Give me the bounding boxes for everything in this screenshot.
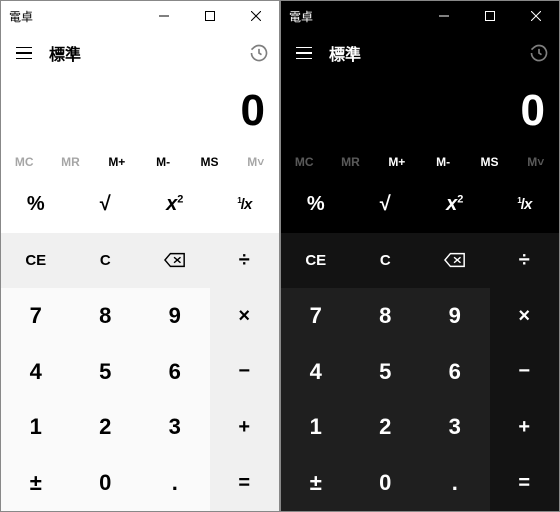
maximize-button[interactable]	[187, 1, 233, 31]
key-9[interactable]: 9	[420, 288, 490, 344]
mem-mminus[interactable]: M-	[420, 147, 466, 177]
key-4[interactable]: 4	[1, 344, 71, 400]
key-plus[interactable]: +	[210, 400, 280, 456]
key-3[interactable]: 3	[140, 400, 210, 456]
calculator-light: 電卓 標準 0 MC MR M+ M- MS M˅ % √	[0, 0, 280, 512]
key-sqrt[interactable]: √	[351, 177, 421, 233]
memory-row: MC MR M+ M- MS M˅	[1, 147, 279, 177]
key-7[interactable]: 7	[281, 288, 351, 344]
key-0[interactable]: 0	[351, 455, 421, 511]
key-0[interactable]: 0	[71, 455, 141, 511]
key-reciprocal[interactable]: 1/x	[490, 177, 560, 233]
key-ce[interactable]: CE	[1, 233, 71, 289]
menu-icon[interactable]	[287, 36, 321, 70]
mem-mr[interactable]: MR	[327, 147, 373, 177]
key-percent[interactable]: %	[1, 177, 71, 233]
titlebar: 電卓	[281, 1, 559, 31]
key-plusminus[interactable]: ±	[281, 455, 351, 511]
calculator-dark: 電卓 標準 0 MC MR M+ M- MS M˅ % √	[280, 0, 560, 512]
key-divide[interactable]: ÷	[490, 233, 560, 289]
key-5[interactable]: 5	[351, 344, 421, 400]
key-equals[interactable]: =	[490, 455, 560, 511]
history-icon[interactable]	[529, 43, 549, 63]
mem-mplus[interactable]: M+	[374, 147, 420, 177]
close-button[interactable]	[233, 1, 279, 31]
mem-mr[interactable]: MR	[47, 147, 93, 177]
mem-mplus[interactable]: M+	[94, 147, 140, 177]
close-button[interactable]	[513, 1, 559, 31]
mode-label: 標準	[49, 41, 81, 65]
key-backspace[interactable]	[420, 233, 490, 289]
key-minus[interactable]: −	[210, 344, 280, 400]
mem-mc[interactable]: MC	[1, 147, 47, 177]
key-8[interactable]: 8	[71, 288, 141, 344]
key-percent[interactable]: %	[281, 177, 351, 233]
key-ce[interactable]: CE	[281, 233, 351, 289]
key-divide[interactable]: ÷	[210, 233, 280, 289]
display: 0	[1, 75, 279, 147]
mem-mc[interactable]: MC	[281, 147, 327, 177]
key-plus[interactable]: +	[490, 400, 560, 456]
key-equals[interactable]: =	[210, 455, 280, 511]
mem-list[interactable]: M˅	[513, 147, 559, 177]
history-icon[interactable]	[249, 43, 269, 63]
keypad: % √ x2 1/x CE C ÷ 7 8 9 × 4 5 6 − 1 2 3 …	[281, 177, 559, 511]
mem-mminus[interactable]: M-	[140, 147, 186, 177]
key-sqrt[interactable]: √	[71, 177, 141, 233]
key-1[interactable]: 1	[1, 400, 71, 456]
menu-icon[interactable]	[7, 36, 41, 70]
key-minus[interactable]: −	[490, 344, 560, 400]
memory-row: MC MR M+ M- MS M˅	[281, 147, 559, 177]
key-reciprocal[interactable]: 1/x	[210, 177, 280, 233]
titlebar: 電卓	[1, 1, 279, 31]
window-title: 電卓	[1, 8, 33, 25]
key-2[interactable]: 2	[71, 400, 141, 456]
key-7[interactable]: 7	[1, 288, 71, 344]
keypad: % √ x2 1/x CE C ÷ 7 8 9 × 4 5 6 − 1 2 3 …	[1, 177, 279, 511]
key-plusminus[interactable]: ±	[1, 455, 71, 511]
key-9[interactable]: 9	[140, 288, 210, 344]
key-1[interactable]: 1	[281, 400, 351, 456]
minimize-button[interactable]	[421, 1, 467, 31]
key-dot[interactable]: .	[140, 455, 210, 511]
window-title: 電卓	[281, 8, 313, 25]
mem-ms[interactable]: MS	[186, 147, 232, 177]
header: 標準	[1, 31, 279, 75]
key-8[interactable]: 8	[351, 288, 421, 344]
key-multiply[interactable]: ×	[490, 288, 560, 344]
key-6[interactable]: 6	[140, 344, 210, 400]
key-c[interactable]: C	[351, 233, 421, 289]
key-4[interactable]: 4	[281, 344, 351, 400]
key-dot[interactable]: .	[420, 455, 490, 511]
maximize-button[interactable]	[467, 1, 513, 31]
key-2[interactable]: 2	[351, 400, 421, 456]
mem-ms[interactable]: MS	[466, 147, 512, 177]
key-5[interactable]: 5	[71, 344, 141, 400]
key-square[interactable]: x2	[420, 177, 490, 233]
key-backspace[interactable]	[140, 233, 210, 289]
minimize-button[interactable]	[141, 1, 187, 31]
key-c[interactable]: C	[71, 233, 141, 289]
key-multiply[interactable]: ×	[210, 288, 280, 344]
key-square[interactable]: x2	[140, 177, 210, 233]
header: 標準	[281, 31, 559, 75]
key-6[interactable]: 6	[420, 344, 490, 400]
mem-list[interactable]: M˅	[233, 147, 279, 177]
mode-label: 標準	[329, 41, 361, 65]
key-3[interactable]: 3	[420, 400, 490, 456]
display: 0	[281, 75, 559, 147]
